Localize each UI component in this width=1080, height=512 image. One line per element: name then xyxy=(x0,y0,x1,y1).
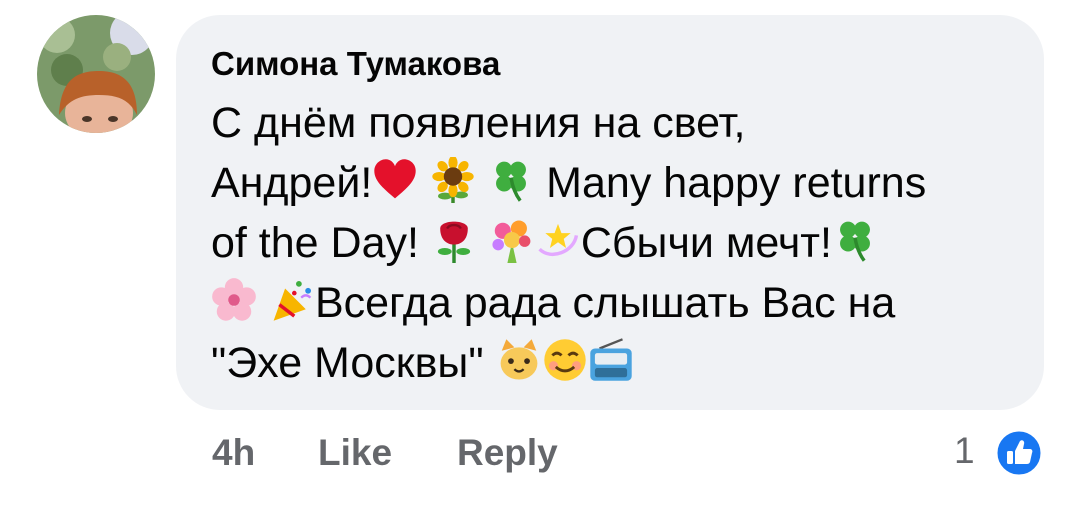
comment-text-segment: of the Day! xyxy=(211,219,431,267)
like-button[interactable]: Like xyxy=(318,432,392,474)
cat-face-icon xyxy=(496,337,542,383)
comment-line-1: С днём появления на свет, xyxy=(211,93,1041,153)
comment-text-segment: Many happy returns xyxy=(534,159,927,207)
comment-text-segment: С днём появления на свет, xyxy=(211,99,746,147)
reaction-count[interactable]: 1 xyxy=(954,430,975,472)
reply-button[interactable]: Reply xyxy=(457,432,558,474)
radio-icon xyxy=(588,337,634,383)
rose-icon xyxy=(431,217,477,263)
comment-line-2: Андрей! Many happy returns xyxy=(211,153,1041,213)
comment-text-segment: "Эхе Москвы" xyxy=(211,339,496,387)
comment-line-4: Всегда рада слышать Вас на xyxy=(211,273,1041,333)
party-popper-icon xyxy=(269,277,315,323)
comment-author[interactable]: Симона Тумакова xyxy=(211,45,500,83)
heart-icon xyxy=(372,157,418,203)
comment-bubble: Симона Тумакова С днём появления на свет… xyxy=(176,15,1044,410)
sunflower-icon xyxy=(430,157,476,203)
comment-line-3: of the Day! Сбычи мечт! xyxy=(211,213,1041,273)
comment-text-segment: Всегда рада слышать Вас на xyxy=(314,279,896,327)
comment-text: С днём появления на свет, Андрей! Many h… xyxy=(211,93,1041,393)
comment-text-segment: Андрей! xyxy=(211,159,373,207)
avatar[interactable] xyxy=(37,15,155,133)
comment-text-segment: Сбычи мечт! xyxy=(580,219,832,267)
four-leaf-clover-icon xyxy=(832,217,878,263)
smiling-face-icon xyxy=(542,337,588,383)
comment-timestamp[interactable]: 4h xyxy=(212,432,255,474)
comment-line-5: "Эхе Москвы" xyxy=(211,333,1041,393)
bouquet-icon xyxy=(489,217,535,263)
dizzy-icon xyxy=(535,217,581,263)
like-reaction-icon[interactable] xyxy=(994,428,1044,478)
cherry-blossom-icon xyxy=(211,277,257,323)
four-leaf-clover-icon xyxy=(488,157,534,203)
